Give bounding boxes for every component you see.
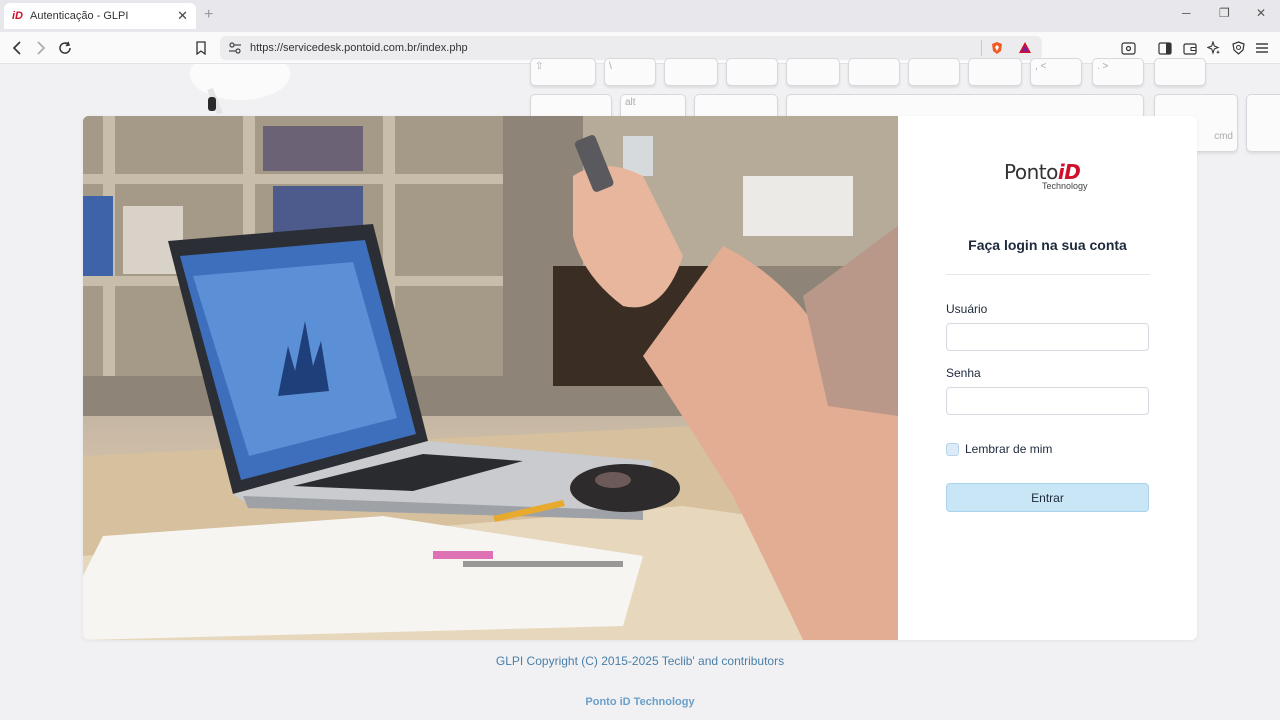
username-label: Usuário [946, 302, 988, 316]
main-menu-button[interactable] [1250, 36, 1274, 60]
brave-rewards-icon[interactable] [1018, 41, 1032, 55]
heading-divider [946, 274, 1150, 275]
url-text[interactable]: https://servicedesk.pontoid.com.br/index… [250, 42, 981, 54]
wallet-icon [1183, 42, 1197, 55]
logo-subtitle: Technology [1042, 181, 1088, 191]
reload-icon [59, 41, 71, 54]
address-bar-divider [981, 40, 982, 56]
bookmark-icon [196, 41, 206, 55]
office-desk-illustration [83, 116, 898, 640]
sidebar-icon [1158, 41, 1172, 55]
bookmark-button[interactable] [189, 36, 213, 60]
tab-close-icon[interactable]: ✕ [177, 8, 188, 24]
browser-tab[interactable]: iD Autenticação - GLPI ✕ [4, 3, 196, 29]
copyright-link[interactable]: GLPI Copyright (C) 2015-2025 Teclib' and… [496, 654, 784, 668]
copyright-text: GLPI Copyright (C) 2015-2025 Teclib' and… [0, 654, 1280, 668]
footer-brand-text: Ponto iD Technology [585, 696, 695, 708]
remember-me-checkbox[interactable] [946, 442, 959, 456]
back-arrow-icon [12, 41, 21, 55]
login-card: PontoiD Technology Faça login na sua con… [83, 116, 1197, 640]
leo-ai-button[interactable] [1202, 36, 1226, 60]
remember-me-label[interactable]: Lembrar de mim [965, 442, 1052, 456]
password-input[interactable] [946, 387, 1149, 415]
remember-me-row[interactable]: Lembrar de mim [946, 442, 1052, 456]
site-info-icon[interactable] [228, 41, 242, 55]
reader-mode-button[interactable] [1116, 36, 1140, 60]
site-favicon-icon: iD [12, 10, 23, 22]
pontoid-logo: PontoiD Technology [1004, 160, 1088, 191]
brave-shields-icon[interactable] [990, 41, 1004, 55]
login-hero-image [83, 116, 898, 640]
close-window-button[interactable]: ✕ [1256, 6, 1266, 20]
username-input[interactable] [946, 323, 1149, 351]
forward-button[interactable] [29, 36, 53, 60]
login-submit-button[interactable]: Entrar [946, 483, 1149, 512]
password-label: Senha [946, 366, 981, 380]
background-earbuds-image [190, 64, 290, 114]
tab-title: Autenticação - GLPI [30, 10, 129, 22]
minimize-window-button[interactable]: ─ [1182, 6, 1191, 20]
login-panel: PontoiD Technology Faça login na sua con… [898, 116, 1197, 640]
forward-arrow-icon [37, 41, 46, 55]
reader-mode-icon [1120, 41, 1136, 55]
new-tab-button[interactable]: + [204, 6, 213, 24]
vpn-button[interactable] [1226, 36, 1250, 60]
restore-window-button[interactable]: ❐ [1219, 6, 1230, 20]
wallet-button[interactable] [1178, 36, 1202, 60]
browser-tab-bar: iD Autenticação - GLPI ✕ + ─ ❐ ✕ [0, 0, 1280, 32]
sparkle-icon [1207, 41, 1220, 55]
login-heading: Faça login na sua conta [968, 237, 1127, 253]
address-bar[interactable]: https://servicedesk.pontoid.com.br/index… [220, 36, 1042, 60]
back-button[interactable] [5, 36, 29, 60]
sidebar-toggle-button[interactable] [1153, 36, 1177, 60]
hamburger-menu-icon [1256, 43, 1268, 53]
reload-button[interactable] [53, 36, 77, 60]
shield-icon [1231, 41, 1245, 55]
